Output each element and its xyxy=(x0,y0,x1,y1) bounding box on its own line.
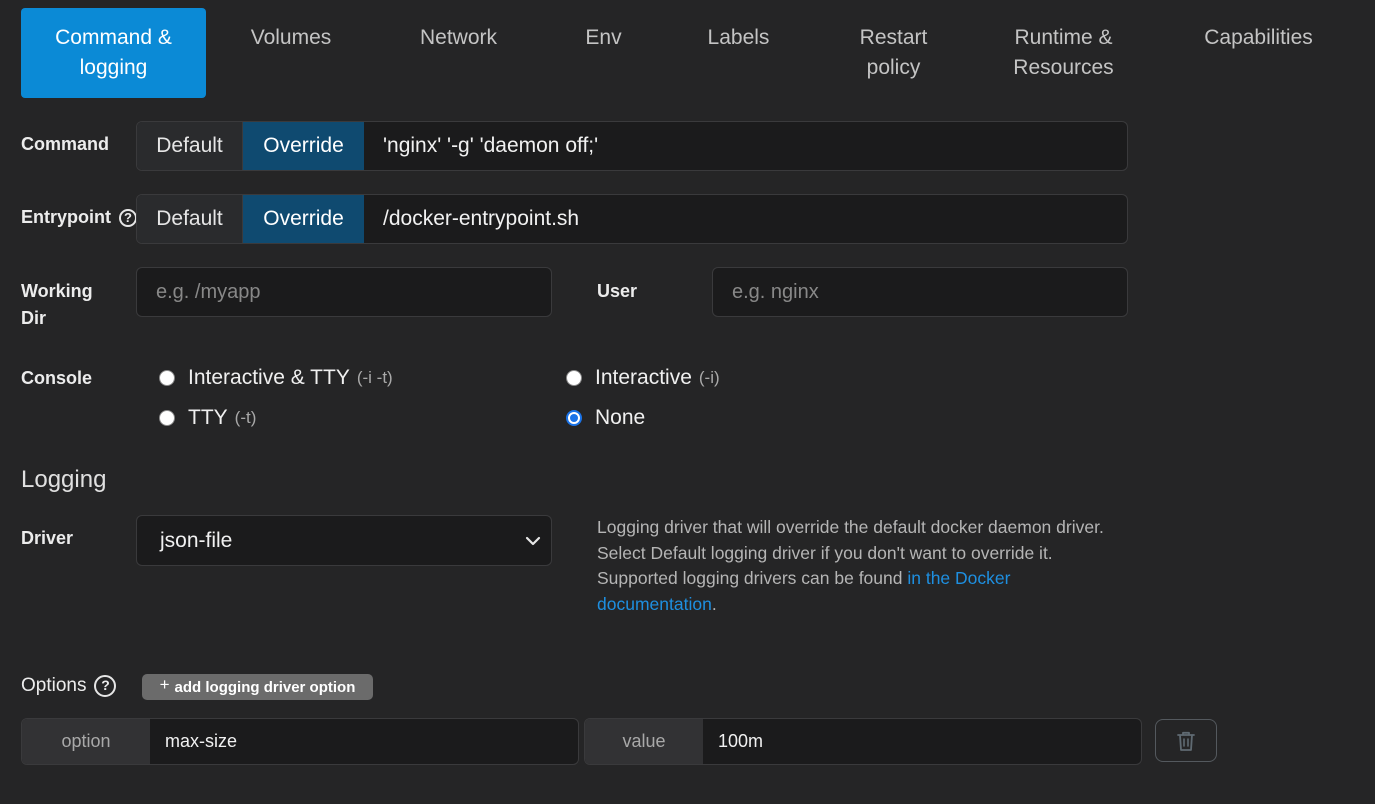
entrypoint-field: Default Override /docker-entrypoint.sh xyxy=(136,194,1128,244)
help-icon[interactable]: ? xyxy=(119,208,137,227)
command-input[interactable]: 'nginx' '-g' 'daemon off;' xyxy=(364,122,1127,170)
tab-network[interactable]: Network xyxy=(391,23,526,83)
radio-unchecked-icon xyxy=(159,410,175,426)
entrypoint-default-button[interactable]: Default xyxy=(137,195,243,243)
delete-option-button[interactable] xyxy=(1155,719,1217,762)
option-addon: option xyxy=(22,719,150,764)
console-radio-interactive[interactable]: Interactive (-i) xyxy=(566,366,720,390)
option-value-input[interactable]: 100m xyxy=(703,719,763,764)
tab-capabilities[interactable]: Capabilities xyxy=(1186,23,1331,83)
logging-help-text: Logging driver that will override the de… xyxy=(597,517,1104,588)
radio-checked-icon xyxy=(566,410,582,426)
user-label: User xyxy=(597,281,638,301)
tab-volumes[interactable]: Volumes xyxy=(221,23,361,83)
command-label: Command xyxy=(21,134,110,154)
driver-select-value: json-file xyxy=(160,528,233,552)
entrypoint-label: Entrypoint ? xyxy=(21,204,137,231)
value-addon: value xyxy=(585,719,703,764)
radio-unchecked-icon xyxy=(566,370,582,386)
add-logging-option-button[interactable]: + add logging driver option xyxy=(142,674,373,700)
tab-restart-policy[interactable]: Restart policy xyxy=(836,8,951,98)
command-field: Default Override 'nginx' '-g' 'daemon of… xyxy=(136,121,1128,171)
option-key-input[interactable]: max-size xyxy=(150,719,237,764)
options-label-text: Options xyxy=(21,675,87,696)
working-dir-label-line2: Dir xyxy=(21,308,47,328)
help-icon[interactable]: ? xyxy=(94,674,117,697)
tab-env[interactable]: Env xyxy=(566,23,641,83)
tab-runtime-resources[interactable]: Runtime & Resources xyxy=(996,8,1131,98)
console-option-label: None xyxy=(595,406,646,429)
console-radio-none[interactable]: None xyxy=(566,406,645,430)
log-option-value-field: value 100m xyxy=(584,718,1142,765)
options-label: Options ? xyxy=(21,672,117,699)
working-dir-input[interactable]: e.g. /myapp xyxy=(136,267,552,317)
radio-unchecked-icon xyxy=(159,370,175,386)
console-radio-tty[interactable]: TTY (-t) xyxy=(159,406,256,430)
console-option-hint: (-t) xyxy=(234,408,257,427)
logging-section-title: Logging xyxy=(21,466,107,493)
tab-labels[interactable]: Labels xyxy=(686,23,791,83)
console-label: Console xyxy=(21,368,93,388)
console-option-label: TTY xyxy=(188,406,228,429)
console-option-hint: (-i -t) xyxy=(356,368,393,387)
console-option-hint: (-i) xyxy=(698,368,720,387)
trash-icon xyxy=(1177,731,1195,751)
add-logging-option-label: add logging driver option xyxy=(174,678,356,696)
command-default-button[interactable]: Default xyxy=(137,122,243,170)
console-option-label: Interactive & TTY xyxy=(188,366,350,389)
entrypoint-label-text: Entrypoint xyxy=(21,207,111,227)
console-radio-interactive-tty[interactable]: Interactive & TTY (-i -t) xyxy=(159,366,393,390)
logging-help-end: . xyxy=(711,593,717,614)
driver-label: Driver xyxy=(21,528,74,548)
chevron-down-icon xyxy=(525,536,541,546)
driver-select[interactable]: json-file xyxy=(136,515,552,566)
entrypoint-override-button[interactable]: Override xyxy=(243,195,364,243)
console-option-label: Interactive xyxy=(595,366,692,389)
tab-bar: Command & logging Volumes Network Env Lab… xyxy=(21,8,1351,98)
entrypoint-input[interactable]: /docker-entrypoint.sh xyxy=(364,195,1127,243)
working-dir-label-line1: Working xyxy=(21,281,93,301)
plus-icon: + xyxy=(159,675,170,694)
tab-command-logging[interactable]: Command & logging xyxy=(21,8,206,98)
working-dir-label: Working Dir xyxy=(21,278,93,332)
user-input[interactable]: e.g. nginx xyxy=(712,267,1128,317)
log-option-key-field: option max-size xyxy=(21,718,579,765)
command-override-button[interactable]: Override xyxy=(243,122,364,170)
logging-driver-help: Logging driver that will override the de… xyxy=(597,515,1117,617)
